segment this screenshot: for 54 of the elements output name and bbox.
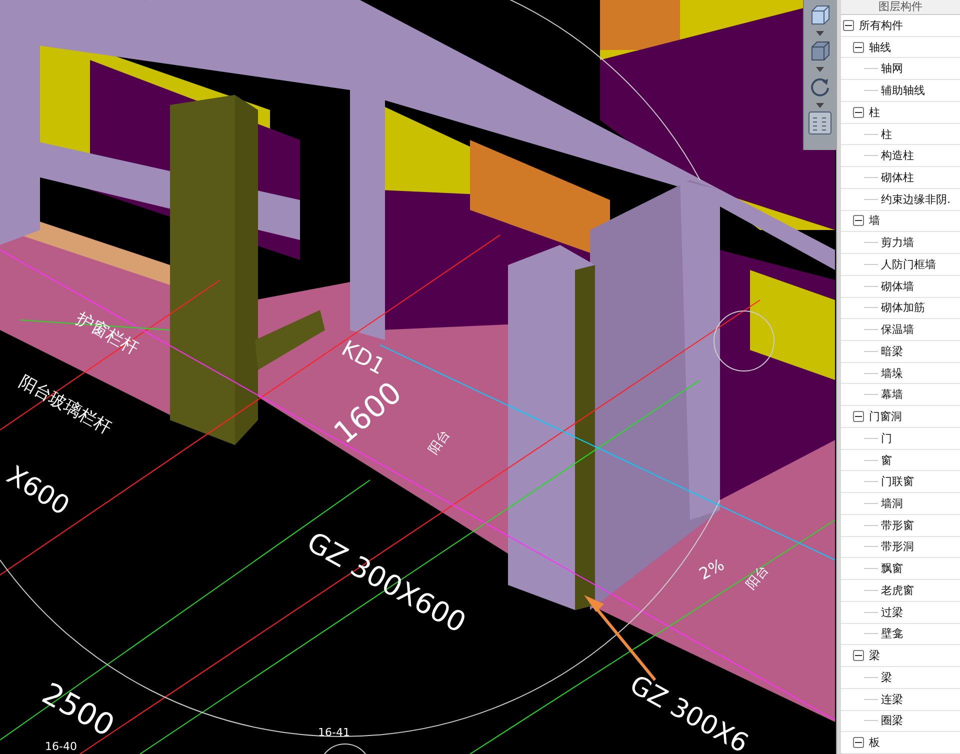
tree-item[interactable]: 辅助轴线 — [881, 83, 925, 98]
collapse-toggle[interactable] — [853, 215, 864, 226]
tree-item[interactable]: 带形窗 — [881, 518, 914, 533]
tree-item[interactable]: 门联窗 — [881, 474, 914, 490]
tree-item[interactable]: 带形洞 — [881, 539, 914, 554]
tree-item[interactable]: 幕墙 — [881, 387, 903, 402]
collapse-toggle[interactable] — [853, 42, 864, 53]
tree-item[interactable]: 保温墙 — [881, 322, 914, 338]
drawing-label: 阳台 — [426, 427, 454, 458]
drawing-label: 2% — [696, 554, 728, 584]
tree-item[interactable]: 砌体墙 — [881, 278, 914, 294]
tree-item[interactable]: 柱 — [881, 126, 892, 142]
collapse-toggle[interactable] — [853, 737, 864, 748]
collapse-toggle[interactable] — [843, 20, 854, 31]
tree-item[interactable]: 砌体加筋 — [881, 300, 925, 316]
tree-item[interactable]: 圈梁 — [881, 713, 903, 728]
tree-item[interactable]: 壁龛 — [881, 626, 903, 642]
tree-item[interactable]: 墙 — [869, 213, 880, 228]
tree-item[interactable]: 板 — [869, 735, 880, 750]
tree-item[interactable]: 暗梁 — [881, 344, 903, 359]
dropdown-caret-icon[interactable] — [813, 29, 827, 37]
tree-item[interactable]: 梁 — [869, 648, 880, 664]
collapse-toggle[interactable] — [853, 411, 864, 422]
tree-item[interactable]: 人防门框墙 — [881, 256, 936, 272]
drawing-label: 阳台 — [744, 563, 772, 593]
drawing-label: 16-41 — [318, 726, 350, 739]
panel-title: 图层构件 — [841, 0, 960, 15]
tree-item[interactable]: 门 — [881, 430, 892, 446]
tree-item[interactable]: 墙垛 — [881, 366, 903, 381]
tree-item[interactable]: 门窗洞 — [869, 409, 902, 424]
collapse-toggle[interactable] — [853, 650, 864, 662]
tree-item[interactable]: 砌体柱 — [881, 170, 914, 185]
tree-item[interactable]: 梁 — [881, 670, 892, 685]
drawing-label: 16-40 — [45, 740, 77, 753]
checklist-icon[interactable] — [806, 110, 834, 136]
tree-item[interactable]: 轴网 — [881, 61, 903, 76]
tree-item[interactable]: 窗 — [881, 452, 892, 468]
tree-item[interactable]: 飘窗 — [881, 561, 903, 576]
tree-item[interactable]: 连梁 — [881, 692, 903, 707]
dropdown-caret-icon[interactable] — [813, 101, 827, 109]
tree-item[interactable]: 剪力墙 — [881, 235, 914, 250]
dropdown-caret-icon[interactable] — [813, 65, 827, 73]
tree-item[interactable]: 构造柱 — [881, 148, 914, 164]
tree-item[interactable]: 柱 — [869, 104, 880, 120]
tree-item[interactable]: 约束边缘非阴. — [881, 192, 950, 207]
tree-item[interactable]: 过梁 — [881, 604, 903, 620]
drawing-label: 阳台玻璃栏杆 — [16, 372, 114, 439]
tree-item[interactable]: 所有构件 — [859, 18, 903, 33]
tree-item[interactable]: 轴线 — [869, 40, 891, 55]
tree-item[interactable]: 墙洞 — [881, 496, 903, 512]
drawing-label: KD1 — [337, 336, 389, 380]
tree-item[interactable]: 老虎窗 — [881, 582, 914, 598]
drawing-label: 护窗栏杆 — [72, 308, 142, 360]
collapse-toggle[interactable] — [853, 106, 864, 118]
